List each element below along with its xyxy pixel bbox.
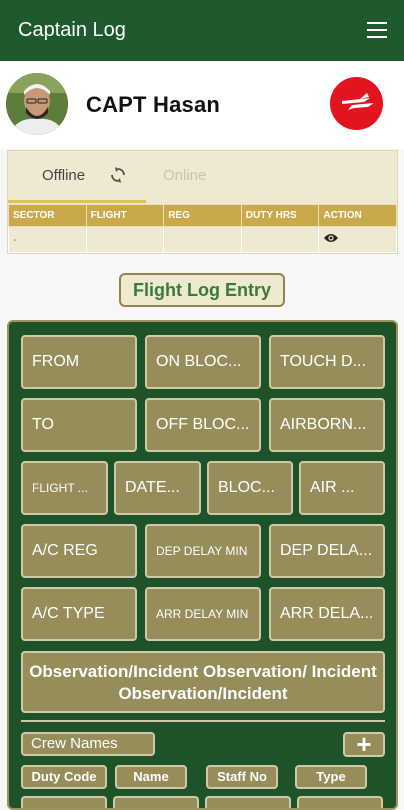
table-row: - — [8, 226, 397, 253]
crew-column-type: Type — [295, 765, 367, 789]
ac-reg-field[interactable]: A/C REG — [21, 524, 137, 578]
table-cell — [240, 226, 320, 253]
from-field[interactable]: FROM — [21, 335, 137, 389]
on-block-field[interactable]: ON BLOC... — [145, 335, 261, 389]
tab-indicator — [8, 200, 146, 203]
column-header: FLIGHT — [85, 204, 165, 227]
block-time-field[interactable]: BLOC... — [207, 461, 293, 515]
table-cell — [163, 226, 242, 253]
air-time-field[interactable]: AIR ... — [299, 461, 385, 515]
column-header: DUTY HRS — [240, 204, 320, 227]
add-crew-button[interactable]: + — [343, 731, 385, 757]
airborne-field[interactable]: AIRBORN... — [269, 398, 385, 452]
to-field[interactable]: TO — [21, 398, 137, 452]
crew-column-duty-code: Duty Code — [21, 765, 107, 789]
profile-header: CAPT Hasan — [0, 61, 404, 149]
observation-incident-button[interactable]: Observation/Incident Observation/ Incide… — [21, 651, 385, 713]
table-cell: - — [8, 226, 87, 253]
avatar — [6, 73, 68, 135]
flight-log-form: FROM ON BLOC... TOUCH D... TO OFF BLOC..… — [7, 320, 398, 810]
arr-delay-min-field[interactable]: ARR DELAY MIN — [145, 587, 261, 641]
arr-delay-code-field[interactable]: ARR DELA... — [269, 587, 385, 641]
dep-delay-min-field[interactable]: DEP DELAY MIN — [145, 524, 261, 578]
crew-row-cell[interactable] — [205, 796, 291, 808]
ac-type-field[interactable]: A/C TYPE — [21, 587, 137, 641]
tab-offline[interactable]: Offline — [42, 167, 85, 184]
dep-delay-code-field[interactable]: DEP DELA... — [269, 524, 385, 578]
crew-row-cell[interactable] — [21, 796, 107, 808]
flight-log-entry-button[interactable]: Flight Log Entry — [119, 273, 285, 307]
touch-down-field[interactable]: TOUCH D... — [269, 335, 385, 389]
divider — [21, 720, 385, 722]
table-header-row: SECTOR FLIGHT REG DUTY HRS ACTION — [8, 204, 397, 227]
crew-names-label: Crew Names — [21, 732, 155, 756]
captain-name: CAPT Hasan — [86, 92, 221, 117]
app-bar: Captain Log — [0, 0, 404, 61]
crew-column-staff-no: Staff No — [206, 765, 278, 789]
column-header: REG — [163, 204, 242, 227]
flight-log-table: SECTOR FLIGHT REG DUTY HRS ACTION - — [8, 204, 397, 253]
crew-column-name: Name — [115, 765, 187, 789]
date-field[interactable]: DATE... — [114, 461, 201, 515]
sync-icon[interactable] — [109, 166, 127, 184]
eye-icon[interactable] — [323, 232, 339, 244]
app-title: Captain Log — [18, 19, 126, 41]
airline-logo — [330, 77, 383, 130]
column-header: SECTOR — [8, 204, 87, 227]
table-cell — [85, 226, 165, 253]
table-cell — [318, 226, 397, 253]
crew-row-cell[interactable] — [297, 796, 383, 808]
hamburger-menu-icon[interactable] — [367, 22, 387, 38]
flight-log-panel: Offline Online SECTOR FLIGHT REG DUTY HR… — [7, 150, 398, 254]
column-header: ACTION — [318, 204, 397, 227]
tab-online[interactable]: Online — [163, 167, 206, 184]
flight-number-field[interactable]: FLIGHT ... — [21, 461, 108, 515]
crew-row-cell[interactable] — [113, 796, 199, 808]
off-block-field[interactable]: OFF BLOC... — [145, 398, 261, 452]
